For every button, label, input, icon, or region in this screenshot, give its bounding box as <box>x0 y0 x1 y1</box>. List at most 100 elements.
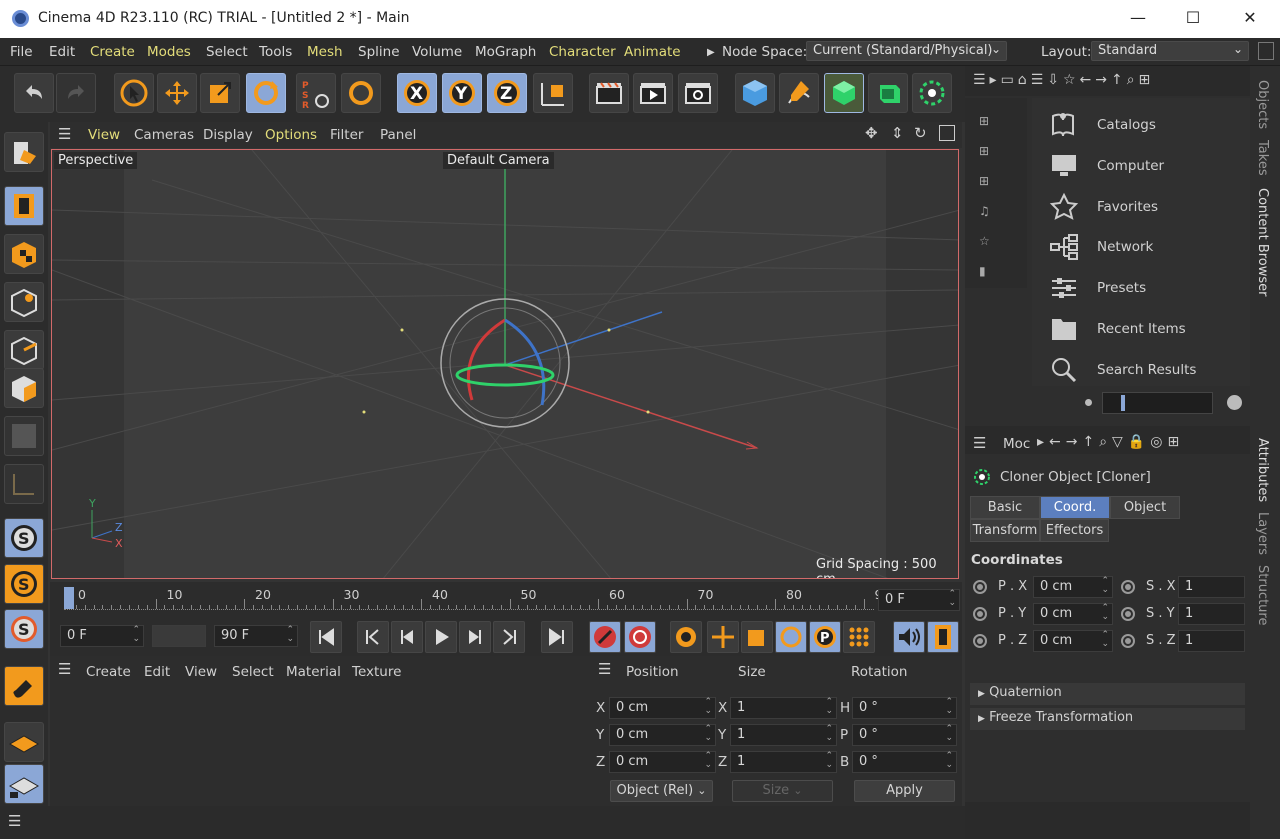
attr-field-p.x[interactable]: 0 cm ⌃ ⌄ <box>1033 576 1113 598</box>
menu-item-spline[interactable]: Spline <box>358 44 400 60</box>
viewport-menu-cameras[interactable]: Cameras <box>134 127 194 143</box>
quaternion-section[interactable]: ▶ Quaternion <box>970 683 1245 705</box>
render-to-picture-viewer-button[interactable] <box>633 73 673 113</box>
points-mode-button[interactable] <box>4 282 44 322</box>
viewport-menu-display[interactable]: Display <box>203 127 253 143</box>
solo-hierarchy-button[interactable]: S <box>4 609 44 649</box>
axis-mode-button[interactable] <box>4 464 44 504</box>
keyframe-selection-button[interactable] <box>670 621 702 653</box>
pen-spline-button[interactable] <box>779 73 819 113</box>
cloner-button[interactable] <box>912 73 952 113</box>
hamburger-icon[interactable]: ☰ <box>58 125 71 143</box>
freeze-transformation-section[interactable]: ▶ Freeze Transformation <box>970 708 1245 730</box>
make-editable-button[interactable] <box>4 132 44 172</box>
record-keys-button[interactable] <box>589 621 621 653</box>
rotation-p-field[interactable]: 0 ° ⌃ ⌄ <box>852 724 957 746</box>
rotate-tool-button[interactable] <box>246 73 286 113</box>
stepper-icon[interactable]: ⌃ ⌄ <box>1101 577 1109 595</box>
menu-item-mograph[interactable]: MoGraph <box>475 44 536 60</box>
polygons-mode-button[interactable] <box>4 368 44 408</box>
coordinate-system-button[interactable] <box>533 73 573 113</box>
viewport-menu-view[interactable]: View <box>88 127 120 143</box>
tab-takes[interactable]: Takes <box>1255 140 1270 176</box>
scale-tool-button[interactable] <box>200 73 240 113</box>
current-frame-field[interactable]: 0 F ⌃ ⌄ <box>878 589 960 611</box>
locked-workplane-button[interactable] <box>4 764 44 804</box>
texture-mode-button[interactable] <box>4 234 44 274</box>
projection-label[interactable]: Perspective <box>54 152 138 169</box>
tab-layers[interactable]: Layers <box>1255 512 1270 555</box>
scale-key-button[interactable] <box>741 621 773 653</box>
tab-transform[interactable]: Transform <box>970 519 1040 542</box>
cube-object-button[interactable] <box>735 73 775 113</box>
rotate-view-icon[interactable]: ↻ <box>914 124 927 142</box>
position-key-button[interactable] <box>707 621 739 653</box>
sound-button[interactable] <box>893 621 925 653</box>
camera-label[interactable]: Default Camera <box>443 152 554 169</box>
position-y-field[interactable]: 0 cm ⌃ ⌄ <box>609 724 716 746</box>
material-manager[interactable]: ☰ Create Edit View Select Material Texture <box>50 656 590 806</box>
frame-range-slider[interactable] <box>152 625 206 647</box>
menu-item-mesh[interactable]: Mesh <box>307 44 343 60</box>
solo-off-button[interactable]: S <box>4 518 44 558</box>
keyframe-radio-icon[interactable] <box>973 607 987 621</box>
content-browser-item-catalogs[interactable]: Catalogs <box>1097 117 1156 133</box>
thumbnail-size-slider[interactable] <box>1102 392 1213 414</box>
recent-tool-button[interactable] <box>341 73 381 113</box>
attr-field-p.y[interactable]: 0 cm ⌃ ⌄ <box>1033 603 1113 625</box>
move-tool-button[interactable] <box>157 73 197 113</box>
position-z-field[interactable]: 0 cm ⌃ ⌄ <box>609 751 716 773</box>
playhead[interactable] <box>64 587 74 609</box>
keyframe-radio-icon[interactable] <box>1121 634 1135 648</box>
stepper-icon[interactable]: ⌃ ⌄ <box>825 752 833 770</box>
psr-tool-button[interactable]: PSR <box>296 73 336 113</box>
tab-coord[interactable]: Coord. <box>1040 496 1110 519</box>
keyframe-radio-icon[interactable] <box>1121 607 1135 621</box>
go-to-start-button[interactable] <box>310 621 342 653</box>
tab-effectors[interactable]: Effectors <box>1040 519 1109 542</box>
stepper-icon[interactable]: ⌃ ⌄ <box>704 725 712 743</box>
menu-item-modes[interactable]: Modes <box>147 44 191 60</box>
maximize-button[interactable]: ☐ <box>1181 6 1205 30</box>
rotation-key-button[interactable] <box>775 621 807 653</box>
workplane-button[interactable] <box>4 722 44 762</box>
material-menu-select[interactable]: Select <box>232 664 274 680</box>
previous-frame-button[interactable] <box>391 621 423 653</box>
hamburger-icon[interactable]: ☰ <box>973 434 986 452</box>
solo-single-button[interactable]: S <box>4 564 44 604</box>
viewport-menu-options[interactable]: Options <box>265 127 317 143</box>
tab-structure[interactable]: Structure <box>1255 565 1270 625</box>
material-menu-edit[interactable]: Edit <box>144 664 170 680</box>
uv-mode-button[interactable] <box>4 416 44 456</box>
stepper-icon[interactable]: ⌃ ⌄ <box>945 725 953 743</box>
move-view-icon[interactable]: ✥ <box>865 124 878 142</box>
menu-item-file[interactable]: File <box>10 44 33 60</box>
hamburger-icon[interactable]: ☰ <box>58 660 71 678</box>
attr-field-p.z[interactable]: 0 cm ⌃ ⌄ <box>1033 630 1113 652</box>
node-space-dropdown[interactable]: Current (Standard/Physical) ⌄ <box>806 41 1007 61</box>
menu-item-edit[interactable]: Edit <box>49 44 75 60</box>
stepper-icon[interactable]: ⌃ ⌄ <box>704 752 712 770</box>
rotation-b-field[interactable]: 0 ° ⌃ ⌄ <box>852 751 957 773</box>
timeline-ruler[interactable]: 0102030405060708090 0 F⌃⌄ <box>50 582 962 618</box>
attr-field-s.y[interactable]: 1 <box>1178 603 1245 625</box>
content-browser-tree[interactable]: ⊞ ⊞ ⊞ ♫ ☆ ▮ <box>979 106 1019 286</box>
tab-objects[interactable]: Objects <box>1255 80 1270 129</box>
size-z-field[interactable]: 1 ⌃ ⌄ <box>730 751 837 773</box>
attr-field-s.x[interactable]: 1 <box>1178 576 1245 598</box>
model-mode-button[interactable] <box>4 186 44 226</box>
stepper-icon[interactable]: ⌃ ⌄ <box>945 698 953 716</box>
menu-item-animate[interactable]: Animate <box>624 44 681 60</box>
timeline-film-button[interactable] <box>927 621 959 653</box>
viewport-menu-filter[interactable]: Filter <box>330 127 363 143</box>
size-x-field[interactable]: 1 ⌃ ⌄ <box>730 697 837 719</box>
keyframe-radio-icon[interactable] <box>973 634 987 648</box>
content-browser-item-computer[interactable]: Computer <box>1097 158 1164 174</box>
keyframe-radio-icon[interactable] <box>1121 580 1135 594</box>
autokeying-button[interactable] <box>624 621 656 653</box>
attr-field-s.z[interactable]: 1 <box>1178 630 1245 652</box>
render-view-button[interactable] <box>589 73 629 113</box>
layout-dropdown[interactable]: Standard ⌄ <box>1091 41 1249 61</box>
y-axis-lock-button[interactable]: Y <box>442 73 482 113</box>
stepper-icon[interactable]: ⌃ ⌄ <box>1101 631 1109 649</box>
